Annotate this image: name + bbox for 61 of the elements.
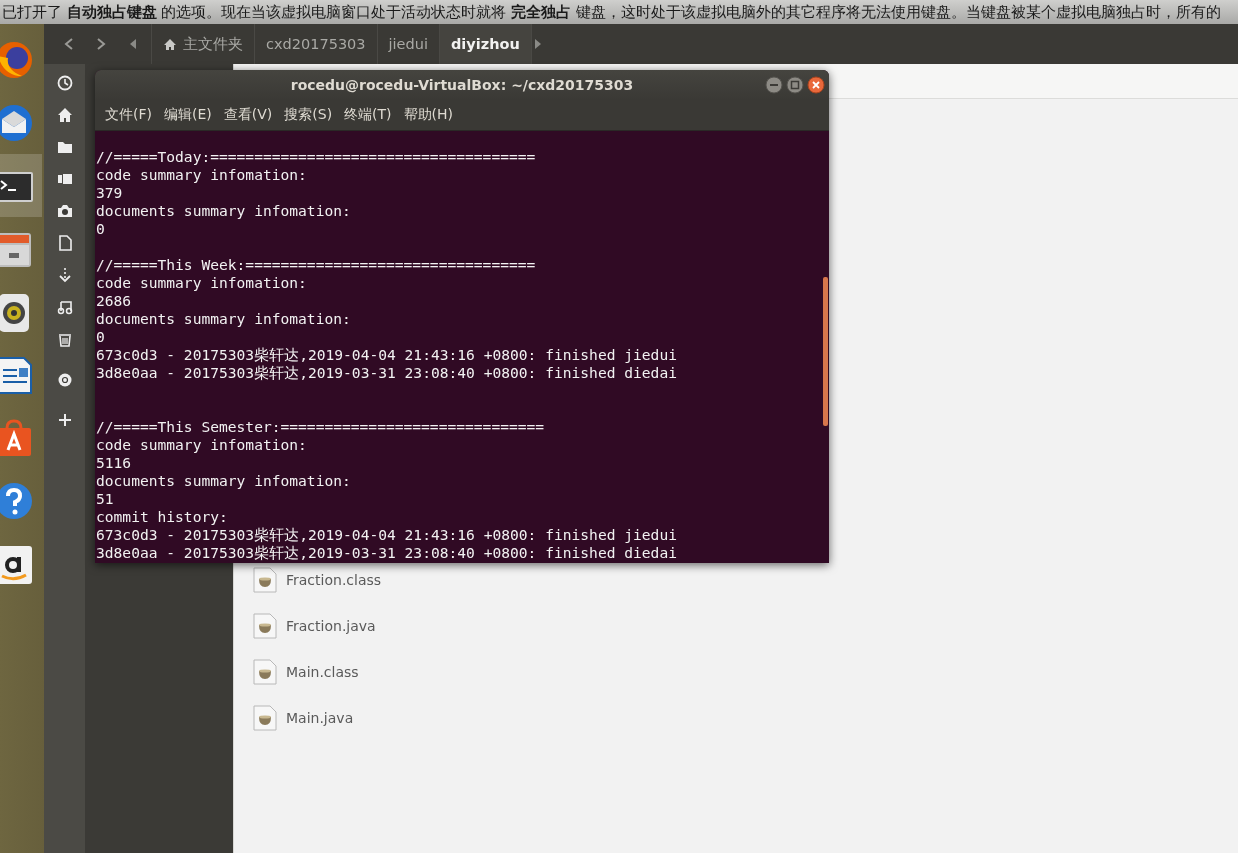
window-title: rocedu@rocedu-VirtualBox: ~/cxd20175303 xyxy=(290,77,634,93)
java-file-icon[interactable] xyxy=(252,659,278,685)
browser-icon[interactable] xyxy=(0,39,34,80)
file-name[interactable]: Fraction.java xyxy=(286,618,376,634)
output-line: 0 xyxy=(95,220,106,238)
java-file-icon[interactable] xyxy=(252,705,278,731)
trash-icon[interactable] xyxy=(56,331,73,347)
output-line: 2686 xyxy=(95,292,133,310)
output-line: 3d8e0aa - 20175303柴轩达,2019-03-31 23:08:40 +0800: finished diedai xyxy=(95,364,678,382)
notification-text: 已打开了 自动独占键盘 的选项。现在当该虚拟电脑窗口处于活动状态时就将 完全独占 键盘，这时处于该虚拟电脑外的其它程序将无法使用键盘。当键盘被某个虚拟电脑独占时，所有的 xyxy=(0,0,1238,24)
path-button[interactable]: diyizhou xyxy=(438,24,532,64)
shopping-bag-icon[interactable] xyxy=(0,417,34,458)
output-line: documents summary infomation: xyxy=(95,202,352,220)
output-line: commit history: xyxy=(95,508,229,526)
output-line: //=====This Week:================================= xyxy=(95,256,537,274)
document-icon[interactable] xyxy=(0,354,34,395)
menu-item[interactable]: 文件(F) xyxy=(99,106,158,124)
output-line: //=====This Semester:============================== xyxy=(95,418,546,436)
menu-item[interactable]: 搜索(S) xyxy=(278,106,339,124)
music-icon[interactable] xyxy=(56,299,73,315)
java-file-icon[interactable] xyxy=(252,567,278,593)
scrollbar[interactable] xyxy=(823,277,828,426)
java-file-icon[interactable] xyxy=(252,613,278,639)
minimize-icon[interactable] xyxy=(765,76,783,94)
output-line: 379 xyxy=(95,184,124,202)
file-name[interactable]: Main.java xyxy=(286,710,354,726)
folder-icon[interactable] xyxy=(56,139,73,155)
camera-icon[interactable] xyxy=(56,203,73,219)
mail-icon[interactable] xyxy=(0,102,34,143)
output-line: 3d8e0aa - 20175303柴轩达,2019-03-31 23:08:40 +0800: finished diedai xyxy=(95,544,678,562)
home-icon[interactable] xyxy=(56,107,73,123)
document-icon[interactable] xyxy=(56,235,73,251)
output-line: code summary infomation: xyxy=(95,274,308,292)
home-icon xyxy=(163,37,177,51)
menu-item[interactable]: 编辑(E) xyxy=(158,106,218,124)
output-line: 0 xyxy=(95,328,106,346)
download-icon[interactable] xyxy=(56,267,73,283)
close-icon[interactable] xyxy=(807,76,825,94)
plus-icon[interactable] xyxy=(56,412,73,428)
output-line: //=====Today:===================================== xyxy=(95,148,537,166)
file-name[interactable]: Main.class xyxy=(286,664,359,680)
output-line: code summary infomation: xyxy=(95,436,308,454)
output-line: 51 xyxy=(95,490,115,508)
menu-item[interactable]: 终端(T) xyxy=(338,106,398,124)
menu-item[interactable]: 查看(V) xyxy=(217,106,279,124)
menu-item[interactable]: 帮助(H) xyxy=(397,106,460,124)
output-line: 673c0d3 - 20175303柴轩达,2019-04-04 21:43:16 +0800: finished jiedui xyxy=(95,526,678,544)
file-name[interactable]: Fraction.class xyxy=(286,572,382,588)
output-line: documents summary infomation: xyxy=(95,472,352,490)
scroll-left-icon[interactable] xyxy=(129,38,137,50)
output-line: documents summary infomation: xyxy=(95,310,352,328)
output-line: 673c0d3 - 20175303柴轩达,2019-04-04 21:43:16 +0800: finished jiedui xyxy=(95,346,678,364)
back-icon[interactable] xyxy=(63,37,75,51)
output-line: code summary infomation: xyxy=(95,166,308,184)
video-icon[interactable] xyxy=(56,171,73,187)
clock-icon[interactable] xyxy=(56,75,73,91)
output-line: 5116 xyxy=(95,454,133,472)
disc-icon[interactable] xyxy=(56,372,73,388)
shopping-tile-icon[interactable] xyxy=(0,543,34,584)
help-icon[interactable] xyxy=(0,480,34,521)
forward-icon[interactable] xyxy=(95,37,107,51)
